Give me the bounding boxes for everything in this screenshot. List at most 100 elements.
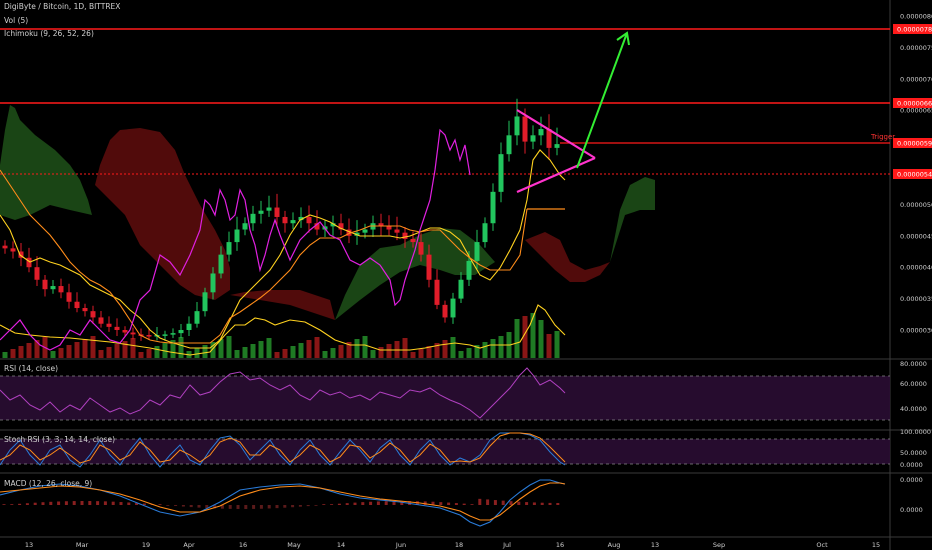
candle-body — [114, 326, 120, 330]
macd-hist-bar — [493, 500, 497, 505]
candle-body — [218, 254, 224, 274]
candle-body — [242, 223, 248, 230]
volume-bar — [530, 313, 536, 358]
volume-bar — [154, 346, 160, 358]
price-tick-label: 0.00000300 — [900, 327, 932, 335]
stoch-tick-label: 0.0000 — [900, 461, 923, 469]
macd-hist-bar — [376, 501, 380, 505]
volume-bar — [354, 339, 360, 358]
volume-bar — [338, 345, 344, 358]
macd-hist-bar — [64, 501, 68, 505]
stoch-legend: Stoch RSI (3, 3, 14, 14, close) — [4, 435, 115, 444]
macd-hist-bar — [454, 503, 458, 505]
candle-body — [90, 311, 96, 318]
macd-hist-bar — [2, 504, 6, 505]
macd-hist-bar — [322, 504, 326, 505]
macd-hist-bar — [369, 501, 373, 505]
candle-body — [282, 216, 288, 224]
candle-body — [274, 207, 280, 217]
candle-body — [362, 229, 368, 233]
candle-body — [538, 129, 544, 136]
macd-tick-label: 0.0000 — [900, 476, 923, 484]
time-tick-label: May — [287, 541, 301, 549]
volume-bar — [514, 319, 520, 358]
time-axis[interactable]: 13 Mar 19 Apr 16 May 14 Jun 18 Jul 16 Aug 13 Sep Oct 15 — [25, 541, 880, 549]
candle-body — [466, 260, 472, 280]
price-tag-label: 0.00000781 — [897, 26, 932, 34]
macd-hist-bar — [291, 505, 295, 508]
candle-body — [418, 242, 424, 255]
rsi-indicator — [0, 367, 890, 421]
volume-bar — [234, 350, 240, 358]
volume-bar — [482, 342, 488, 358]
macd-hist-bar — [517, 501, 521, 505]
candle-body — [10, 248, 16, 252]
volume-bar — [402, 338, 408, 358]
candle-body — [50, 286, 56, 290]
macd-hist-bar — [18, 503, 22, 505]
volume-bar — [282, 349, 288, 358]
time-tick-label: 18 — [455, 541, 463, 549]
rsi-legend: RSI (14, close) — [4, 364, 59, 373]
volume-bar — [178, 337, 184, 358]
candle-body — [74, 301, 80, 309]
macd-hist-bar — [236, 505, 240, 509]
volume-bar — [226, 336, 232, 358]
candle-body — [66, 292, 72, 302]
macd-legend: MACD (12, 26, close, 9) — [4, 479, 93, 488]
rsi-tick-label: 60.0000 — [900, 380, 927, 388]
macd-hist-bar — [127, 502, 131, 505]
macd-pane[interactable] — [0, 474, 890, 536]
candle-body — [226, 242, 232, 255]
candle-body — [434, 279, 440, 305]
volume-bar — [106, 347, 112, 358]
macd-hist-bar — [96, 501, 100, 505]
chart-canvas[interactable]: Trigger 0.00000800 0.00000750 0.00000700 0.… — [0, 0, 932, 550]
macd-hist-bar — [57, 501, 61, 505]
volume-legend: Vol (5) — [4, 16, 29, 25]
ichimoku-legend: Ichimoku (9, 26, 52, 26) — [4, 29, 94, 38]
volume-bar — [138, 352, 144, 358]
volume-bar — [386, 344, 392, 358]
candle-body — [202, 292, 208, 312]
candle-body — [442, 304, 448, 318]
candle-body — [394, 229, 400, 233]
macd-hist-bar — [275, 505, 279, 509]
macd-hist-bar — [267, 505, 271, 509]
candle-body — [306, 216, 312, 224]
time-tick-label: Mar — [76, 541, 89, 549]
candle-body — [146, 335, 152, 337]
volume-bar — [418, 349, 424, 358]
candle-body — [26, 257, 32, 268]
candle-body — [402, 232, 408, 239]
candle-body — [498, 154, 504, 192]
candle-body — [482, 223, 488, 243]
trigger-label: Trigger — [870, 133, 895, 141]
macd-hist-bar — [525, 502, 529, 505]
volume-bar — [330, 348, 336, 358]
candle-body — [34, 267, 40, 280]
price-tick-label: 0.00000450 — [900, 232, 932, 240]
volume-bar — [66, 345, 72, 358]
price-tick-label: 0.00000500 — [900, 201, 932, 209]
candle-body — [266, 207, 272, 211]
volume-bar — [442, 340, 448, 358]
macd-hist-bar — [314, 505, 318, 506]
macd-hist-bar — [33, 502, 37, 505]
volume-bar — [146, 349, 152, 358]
macd-hist-bar — [189, 505, 193, 508]
rsi-tick-label: 40.0000 — [900, 405, 927, 413]
candle-body — [250, 213, 256, 224]
candle-body — [186, 323, 192, 330]
candle-body — [514, 116, 520, 136]
volume-bar — [266, 338, 272, 358]
candle-body — [410, 238, 416, 243]
symbol-title: DigiByte / Bitcoin, 1D, BITTREX — [4, 2, 121, 11]
volume-bar — [258, 341, 264, 358]
candle-body — [522, 116, 528, 142]
candle-body — [2, 245, 8, 249]
macd-hist-bar — [111, 501, 115, 505]
macd-hist-bar — [470, 504, 474, 505]
macd-hist-bar — [478, 498, 482, 505]
candle-body — [106, 323, 112, 327]
